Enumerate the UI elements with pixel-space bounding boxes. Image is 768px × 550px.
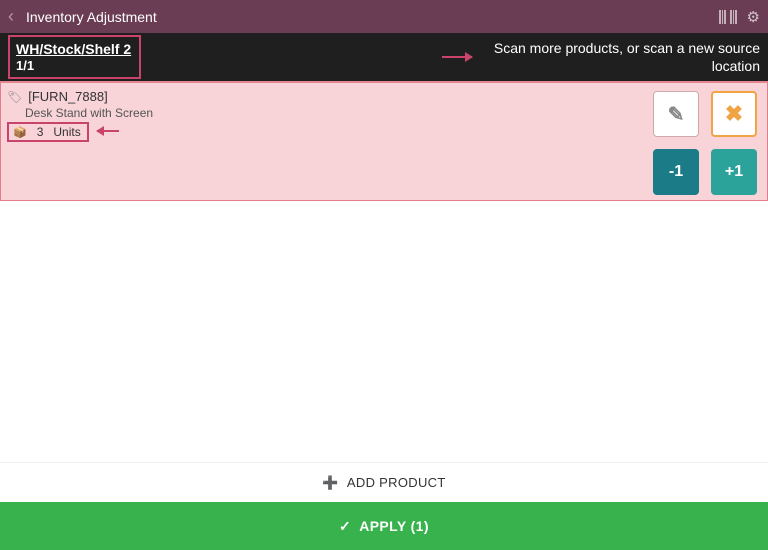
arrow-left-icon (97, 130, 119, 132)
location-count: 1/1 (16, 58, 131, 74)
edit-button[interactable]: ✎ (653, 91, 699, 137)
quantity-box[interactable]: 📦 3 Units (7, 122, 89, 142)
pencil-icon: ✎ (668, 102, 685, 127)
product-name: Desk Stand with Screen (25, 106, 759, 120)
app-header: ‹ Inventory Adjustment ⚙ (0, 0, 768, 33)
tag-icon: 🏷 (7, 90, 22, 104)
content-spacer (0, 201, 768, 462)
product-sku: [FURN_7888] (28, 89, 107, 104)
apply-button[interactable]: ✓ APPLY (1) (0, 502, 768, 550)
quantity-uom: Units (53, 125, 80, 139)
back-icon[interactable]: ‹ (8, 6, 14, 27)
location-box[interactable]: WH/Stock/Shelf 2 1/1 (8, 35, 141, 80)
plus-icon: ➕ (322, 475, 339, 491)
page-title: Inventory Adjustment (26, 9, 719, 25)
gear-icon[interactable]: ⚙ (747, 8, 760, 26)
package-icon: 📦 (13, 126, 27, 139)
decrement-button[interactable]: -1 (653, 149, 699, 195)
product-card: 🏷 [FURN_7888] Desk Stand with Screen 📦 3… (0, 81, 768, 201)
increment-button[interactable]: +1 (711, 149, 757, 195)
scan-instruction: Scan more products, or scan a new source… (480, 39, 760, 75)
apply-label: APPLY (1) (359, 518, 429, 534)
check-icon: ✓ (339, 518, 351, 535)
arrow-right-icon (442, 56, 472, 58)
location-bar: WH/Stock/Shelf 2 1/1 Scan more products,… (0, 33, 768, 81)
add-product-label: ADD PRODUCT (347, 475, 446, 490)
quantity-value: 3 (37, 125, 44, 139)
cancel-button[interactable]: ✖ (711, 91, 757, 137)
add-product-button[interactable]: ➕ ADD PRODUCT (0, 462, 768, 502)
barcode-icon[interactable] (719, 10, 737, 24)
location-path: WH/Stock/Shelf 2 (16, 41, 131, 59)
close-icon: ✖ (725, 101, 743, 127)
